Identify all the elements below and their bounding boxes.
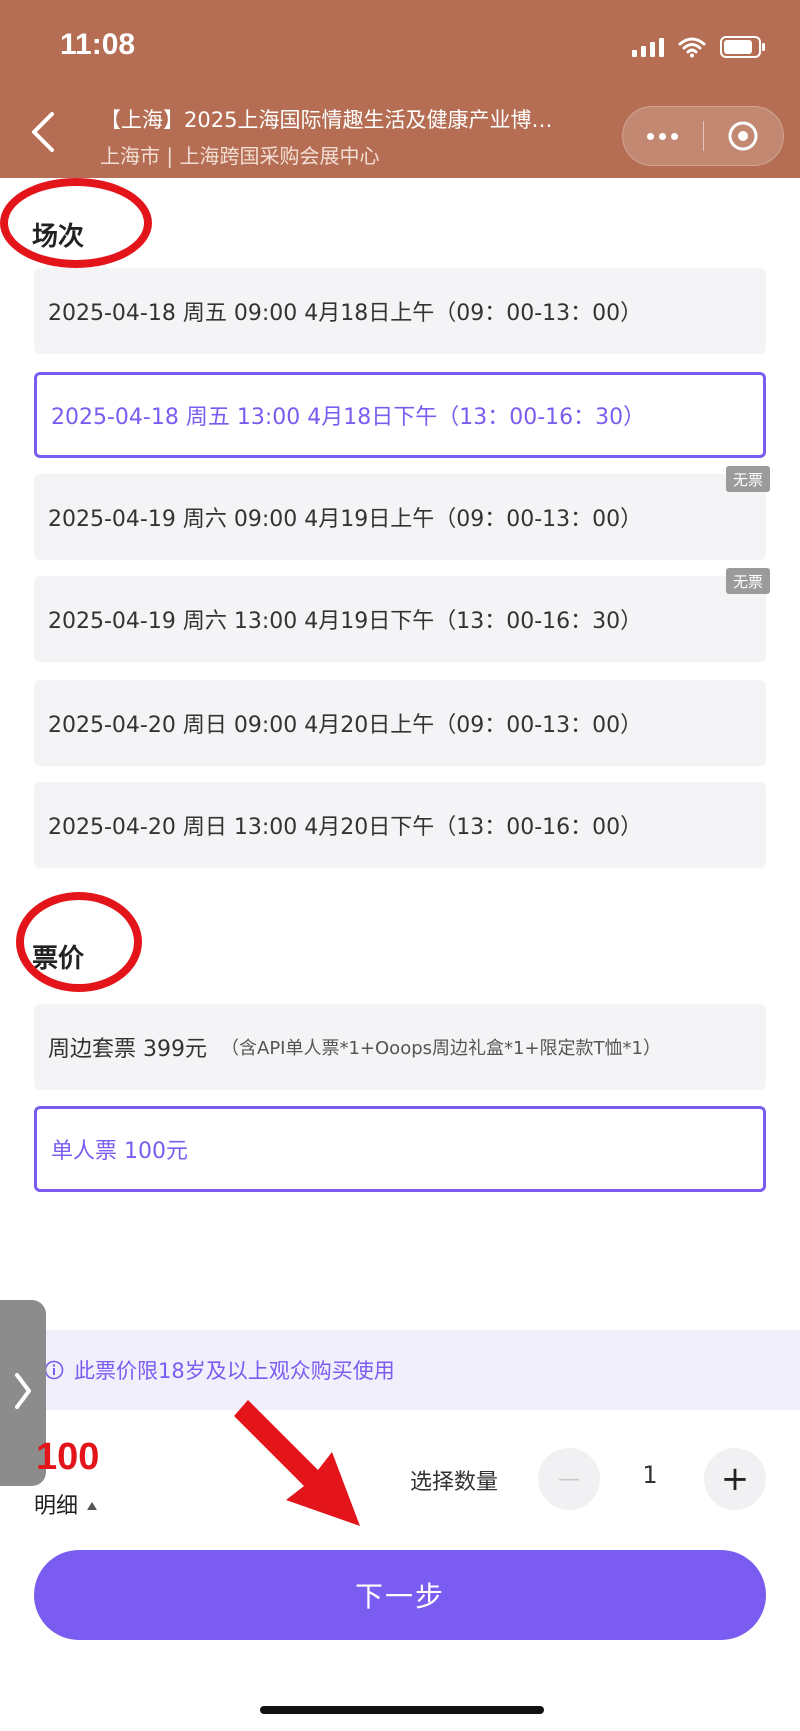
session-option[interactable]: 2025-04-19 周六 09:00 4月19日上午（09：00-13：00）: [34, 474, 766, 560]
status-icons: [632, 36, 766, 58]
status-time: 11:08: [60, 28, 136, 61]
target-icon[interactable]: [704, 106, 784, 166]
back-chevron-icon[interactable]: [28, 112, 58, 152]
home-indicator: [260, 1706, 544, 1714]
header: 11:08 【上海】2025上海国际情趣生活及健康产业博… 上海市 | 上海跨国…: [0, 0, 800, 178]
wifi-icon: [678, 36, 706, 58]
price-option-bundle[interactable]: 周边套票 399元 （含API单人票*1+Ooops周边礼盒*1+限定款T恤*1…: [34, 1004, 766, 1090]
session-option[interactable]: 2025-04-20 周日 13:00 4月20日下午（13：00-16：00）: [34, 782, 766, 868]
age-notice: 此票价限18岁及以上观众购买使用: [0, 1330, 800, 1410]
highlight-circle-prices: [16, 892, 142, 992]
quantity-value: 1: [642, 1461, 658, 1489]
signal-icon: [632, 37, 664, 57]
quantity-label: 选择数量: [410, 1470, 499, 1495]
session-option[interactable]: 2025-04-18 周五 09:00 4月18日上午（09：00-13：00）: [34, 268, 766, 354]
next-step-button[interactable]: 下一步: [34, 1550, 766, 1640]
notice-text: 此票价限18岁及以上观众购买使用: [74, 1359, 395, 1383]
sold-out-badge: 无票: [726, 466, 770, 492]
caret-up-icon: [86, 1492, 98, 1517]
chevron-right-icon: [12, 1371, 34, 1415]
price-option-single-selected[interactable]: 单人票 100元: [34, 1106, 766, 1192]
price-detail-toggle[interactable]: 明细: [34, 1488, 98, 1520]
minus-icon: —: [558, 1466, 580, 1492]
quantity-plus-button[interactable]: +: [704, 1448, 766, 1510]
mini-program-capsule: [622, 106, 784, 166]
sold-out-badge: 无票: [726, 568, 770, 594]
session-option[interactable]: 2025-04-19 周六 13:00 4月19日下午（13：00-16：30）: [34, 576, 766, 662]
session-option[interactable]: 2025-04-20 周日 09:00 4月20日上午（09：00-13：00）: [34, 680, 766, 766]
highlight-circle-sessions: [0, 178, 152, 268]
more-dots-icon[interactable]: [623, 106, 703, 166]
battery-icon: [720, 36, 766, 58]
session-option-selected[interactable]: 2025-04-18 周五 13:00 4月18日下午（13：00-16：30）: [34, 372, 766, 458]
total-price: 100: [36, 1436, 100, 1478]
nav-subtitle: 上海市 | 上海跨国采购会展中心: [100, 144, 380, 168]
info-icon: [44, 1360, 64, 1380]
nav-title: 【上海】2025上海国际情趣生活及健康产业博…: [100, 108, 553, 132]
plus-icon: +: [720, 1459, 750, 1499]
detail-label: 明细: [34, 1494, 79, 1519]
quantity-minus-button[interactable]: —: [538, 1448, 600, 1510]
